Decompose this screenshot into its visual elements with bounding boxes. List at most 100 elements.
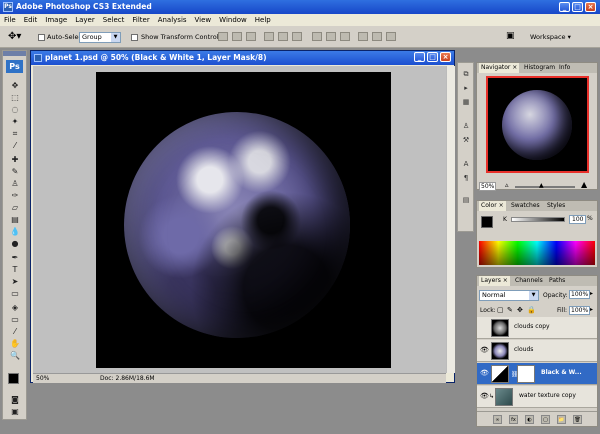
menu-edit[interactable]: Edit [20, 14, 42, 26]
eraser-tool-icon[interactable]: ▱ [9, 204, 21, 212]
quick-mask-icon[interactable]: ◙ [9, 396, 21, 404]
actions-icon[interactable]: ▸ [461, 83, 471, 93]
layer-style-icon[interactable]: fx [509, 415, 518, 424]
gradient-tool-icon[interactable]: ▤ [9, 216, 21, 224]
doc-maximize-button[interactable]: □ [427, 52, 438, 62]
delete-layer-icon[interactable]: 🗑 [573, 415, 582, 424]
ps-logo[interactable]: Ps [6, 60, 23, 73]
zoom-out-icon[interactable]: ▵ [505, 181, 509, 189]
zoom-tool-icon[interactable]: 🔍 [9, 352, 21, 360]
character-icon[interactable]: A [461, 159, 471, 169]
type-tool-icon[interactable]: T [9, 266, 21, 274]
close-button[interactable]: × [585, 2, 596, 12]
notes-tool-icon[interactable]: ▭ [9, 316, 21, 324]
blend-mode-dropdown[interactable]: Normal ▼ [479, 290, 539, 301]
show-transform-checkbox[interactable] [131, 34, 138, 41]
auto-select-checkbox[interactable] [38, 34, 45, 41]
color-k-value[interactable]: 100 [569, 215, 587, 224]
lasso-tool-icon[interactable]: ◌ [9, 106, 21, 114]
color-spectrum-bar[interactable] [479, 241, 595, 265]
menu-file[interactable]: File [0, 14, 20, 26]
opacity-value[interactable]: 100% [569, 290, 591, 299]
distribute-vcenter-icon[interactable] [326, 32, 336, 41]
tool-presets-icon[interactable]: ▣ [506, 31, 515, 41]
tab-histogram[interactable]: Histogram [522, 63, 557, 73]
lock-all-icon[interactable]: 🔒 [527, 306, 536, 314]
clone-source-icon[interactable]: ♙ [461, 121, 471, 131]
color-fg-swatch[interactable] [481, 216, 493, 228]
pen-tool-icon[interactable]: ✒ [9, 254, 21, 262]
align-top-icon[interactable] [218, 32, 228, 41]
vertical-scrollbar[interactable] [446, 66, 455, 373]
shape-tool-icon[interactable]: ▭ [9, 290, 21, 298]
eye-icon[interactable]: 👁 [480, 347, 489, 354]
menu-layer[interactable]: Layer [71, 14, 99, 26]
healing-brush-icon[interactable]: ✚ [9, 156, 21, 164]
zoom-slider-handle[interactable]: ▲ [539, 182, 544, 189]
paragraph-icon[interactable]: ¶ [461, 173, 471, 183]
maximize-button[interactable]: □ [572, 2, 583, 12]
layer-row[interactable]: clouds copy [477, 317, 597, 339]
lock-image-icon[interactable]: ✎ [507, 306, 513, 314]
hand-tool-icon[interactable]: ✋ [9, 340, 21, 348]
brushes-icon[interactable]: ▦ [461, 97, 471, 107]
zoom-in-icon[interactable]: ▲ [581, 180, 587, 189]
distribute-hcenter-icon[interactable] [372, 32, 382, 41]
fill-arrow-icon[interactable]: ▸ [590, 306, 593, 313]
tab-layers[interactable]: Layers × [479, 276, 510, 286]
link-layers-icon[interactable]: ∞ [493, 415, 502, 424]
3d-tool-icon[interactable]: ◈ [9, 304, 21, 312]
distribute-left-icon[interactable] [358, 32, 368, 41]
color-k-slider[interactable] [511, 217, 565, 222]
menu-window[interactable]: Window [215, 14, 251, 26]
lock-transparency-icon[interactable]: ▢ [497, 306, 504, 314]
align-hcenter-icon[interactable] [278, 32, 288, 41]
opacity-arrow-icon[interactable]: ▸ [590, 290, 593, 297]
lock-position-icon[interactable]: ✥ [517, 306, 523, 314]
menu-select[interactable]: Select [99, 14, 129, 26]
menu-analysis[interactable]: Analysis [154, 14, 191, 26]
move-tool-icon[interactable]: ✥ [9, 82, 21, 90]
clone-stamp-icon[interactable]: ♙ [9, 180, 21, 188]
blur-tool-icon[interactable]: 💧 [9, 228, 21, 236]
eye-icon[interactable]: 👁 [480, 393, 489, 400]
minimize-button[interactable]: _ [559, 2, 570, 12]
workspace-button[interactable]: Workspace ▾ [530, 33, 571, 41]
tab-paths[interactable]: Paths [547, 276, 567, 286]
tab-info[interactable]: Info [557, 63, 572, 73]
doc-zoom-value[interactable]: 50% [36, 374, 49, 383]
tools-panel-header[interactable] [3, 51, 26, 56]
history-icon[interactable]: ⧉ [461, 69, 471, 79]
visibility-toggle-empty[interactable] [480, 324, 487, 331]
dodge-tool-icon[interactable]: ● [9, 240, 21, 248]
crop-tool-icon[interactable]: ⌗ [9, 130, 21, 138]
align-vcenter-icon[interactable] [232, 32, 242, 41]
layer-mask-thumbnail[interactable] [517, 365, 535, 383]
layer-row[interactable]: 👁 clouds [477, 340, 597, 362]
move-tool-icon[interactable]: ✥▾ [8, 31, 21, 42]
layer-comps-icon[interactable]: ▤ [461, 195, 471, 205]
doc-close-button[interactable]: × [440, 52, 451, 62]
menu-help[interactable]: Help [251, 14, 275, 26]
magic-wand-icon[interactable]: ✦ [9, 118, 21, 126]
add-mask-icon[interactable]: ◐ [525, 415, 534, 424]
align-bottom-icon[interactable] [246, 32, 256, 41]
align-left-icon[interactable] [264, 32, 274, 41]
layer-row[interactable]: 👁 ↳ water texture copy [477, 386, 597, 408]
fill-value[interactable]: 100% [569, 306, 591, 315]
distribute-top-icon[interactable] [312, 32, 322, 41]
eyedropper-tool-icon[interactable]: ⁄ [9, 142, 21, 150]
tab-color[interactable]: Color × [479, 201, 506, 211]
canvas-area[interactable] [33, 66, 446, 373]
auto-select-dropdown[interactable]: Group ▼ [79, 32, 121, 43]
menu-view[interactable]: View [191, 14, 216, 26]
menu-filter[interactable]: Filter [128, 14, 153, 26]
doc-minimize-button[interactable]: _ [414, 52, 425, 62]
document-title[interactable]: planet 1.psd @ 50% (Black & White 1, Lay… [31, 51, 454, 65]
eyedropper-icon[interactable]: ⁄ [9, 328, 21, 336]
screen-mode-icon[interactable]: ▣ [9, 408, 21, 416]
image-canvas[interactable] [96, 72, 391, 368]
align-right-icon[interactable] [292, 32, 302, 41]
path-selection-icon[interactable]: ➤ [9, 278, 21, 286]
tab-navigator[interactable]: Navigator × [479, 63, 520, 73]
